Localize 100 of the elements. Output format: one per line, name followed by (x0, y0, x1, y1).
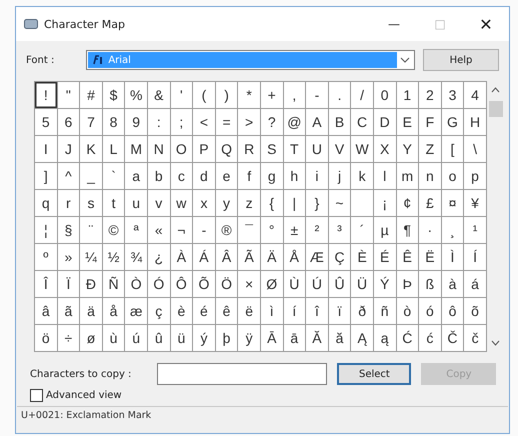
character-cell[interactable]: « (148, 217, 171, 244)
character-cell[interactable]: æ (125, 298, 148, 325)
character-cell[interactable]: A (306, 109, 329, 136)
character-cell[interactable]: j (328, 163, 352, 190)
character-cell[interactable]: f (238, 163, 261, 190)
character-cell[interactable]: o (442, 163, 464, 190)
advanced-view-checkbox[interactable] (30, 389, 43, 402)
character-cell[interactable]: ë (238, 298, 261, 325)
character-cell[interactable]: ¤ (442, 190, 464, 217)
character-cell[interactable]: ô (442, 298, 464, 325)
character-cell[interactable]: e (216, 163, 238, 190)
character-cell[interactable]: â (35, 298, 58, 325)
character-cell[interactable]: Ö (216, 271, 238, 298)
character-cell[interactable]: @ (284, 109, 306, 136)
character-cell[interactable]: Ú (306, 271, 329, 298)
character-cell[interactable]: Z (419, 136, 442, 163)
character-cell[interactable]: w (170, 190, 194, 217)
character-cell[interactable]: à (442, 271, 464, 298)
character-cell[interactable]: ¨ (80, 217, 103, 244)
character-cell[interactable]: Õ (193, 271, 216, 298)
character-cell[interactable]: R (238, 136, 261, 163)
character-cell[interactable]: \ (464, 136, 487, 163)
character-cell[interactable]: ª (125, 217, 148, 244)
character-cell[interactable]: J (58, 136, 80, 163)
character-cell[interactable]: K (80, 136, 103, 163)
character-cell[interactable]: ÷ (58, 325, 80, 352)
character-cell[interactable]: W (351, 136, 374, 163)
character-cell[interactable]: ì (260, 298, 284, 325)
character-cell[interactable]: Â (216, 244, 238, 271)
character-cell[interactable]: Þ (396, 271, 420, 298)
character-cell[interactable]: $ (102, 82, 126, 109)
character-cell[interactable]: ê (216, 298, 238, 325)
character-cell[interactable]: y (216, 190, 238, 217)
help-button[interactable]: Help (423, 49, 499, 71)
character-cell[interactable]: À (170, 244, 194, 271)
scroll-down-icon[interactable] (491, 340, 500, 346)
character-cell[interactable]: õ (464, 298, 487, 325)
character-cell[interactable]: D (374, 109, 396, 136)
character-cell[interactable]: h (284, 163, 306, 190)
character-cell[interactable]: ° (260, 217, 284, 244)
character-cell[interactable]: č (464, 325, 487, 352)
character-cell[interactable]: µ (374, 217, 396, 244)
character-cell[interactable]: , (284, 82, 306, 109)
character-cell[interactable]: L (102, 136, 126, 163)
character-cell[interactable]: ø (80, 325, 103, 352)
character-cell[interactable]: ä (80, 298, 103, 325)
characters-field[interactable] (157, 363, 328, 385)
character-cell[interactable]: u (125, 190, 148, 217)
character-cell[interactable]: c (170, 163, 194, 190)
character-cell[interactable]: 4 (464, 82, 487, 109)
character-cell[interactable]: ¢ (396, 190, 420, 217)
character-cell[interactable]: m (396, 163, 420, 190)
character-cell[interactable]: é (193, 298, 216, 325)
character-cell[interactable]: * (238, 82, 261, 109)
close-button[interactable]: ✕ (463, 7, 509, 41)
character-cell[interactable]: · (419, 217, 442, 244)
character-cell[interactable]: ` (102, 163, 126, 190)
character-cell[interactable]: 6 (58, 109, 80, 136)
character-cell[interactable]: Ć (396, 325, 420, 352)
character-cell[interactable]: . (328, 82, 352, 109)
character-cell[interactable]: ² (306, 217, 329, 244)
character-cell[interactable]: á (464, 271, 487, 298)
character-cell[interactable]: Ê (396, 244, 420, 271)
character-cell[interactable]: t (102, 190, 126, 217)
character-cell[interactable]: è (170, 298, 194, 325)
character-cell[interactable]: g (260, 163, 284, 190)
character-cell[interactable]: i (306, 163, 329, 190)
character-cell[interactable]: ¶ (396, 217, 420, 244)
character-cell[interactable]: ³ (328, 217, 352, 244)
character-cell[interactable]: Å (284, 244, 306, 271)
character-cell[interactable]: - (306, 82, 329, 109)
character-cell[interactable]: Æ (306, 244, 329, 271)
character-cell[interactable]: - (193, 217, 216, 244)
character-cell[interactable]: þ (216, 325, 238, 352)
character-cell[interactable]: d (193, 163, 216, 190)
character-cell[interactable]: ) (216, 82, 238, 109)
character-cell[interactable]: Ò (125, 271, 148, 298)
character-cell[interactable]: 7 (80, 109, 103, 136)
character-cell[interactable]: [ (442, 136, 464, 163)
character-cell[interactable]: © (102, 217, 126, 244)
character-cell[interactable]: : (148, 109, 171, 136)
character-cell[interactable]: ± (284, 217, 306, 244)
character-cell[interactable]: ã (58, 298, 80, 325)
character-cell[interactable]: ¼ (80, 244, 103, 271)
character-cell[interactable]: û (148, 325, 171, 352)
character-cell[interactable]: = (216, 109, 238, 136)
character-cell[interactable]: ß (419, 271, 442, 298)
character-cell[interactable]: p (464, 163, 487, 190)
character-cell[interactable]: 3 (442, 82, 464, 109)
character-cell[interactable]: % (125, 82, 148, 109)
character-cell[interactable]: ! (35, 82, 58, 109)
character-cell[interactable]: ; (170, 109, 194, 136)
character-cell[interactable]: ( (193, 82, 216, 109)
character-cell[interactable]: ó (419, 298, 442, 325)
character-cell[interactable]: º (35, 244, 58, 271)
character-cell[interactable]: z (238, 190, 261, 217)
scroll-thumb[interactable] (488, 101, 503, 117)
character-cell[interactable]: Ā (260, 325, 284, 352)
character-cell[interactable]: N (148, 136, 171, 163)
character-cell[interactable]: ' (170, 82, 194, 109)
